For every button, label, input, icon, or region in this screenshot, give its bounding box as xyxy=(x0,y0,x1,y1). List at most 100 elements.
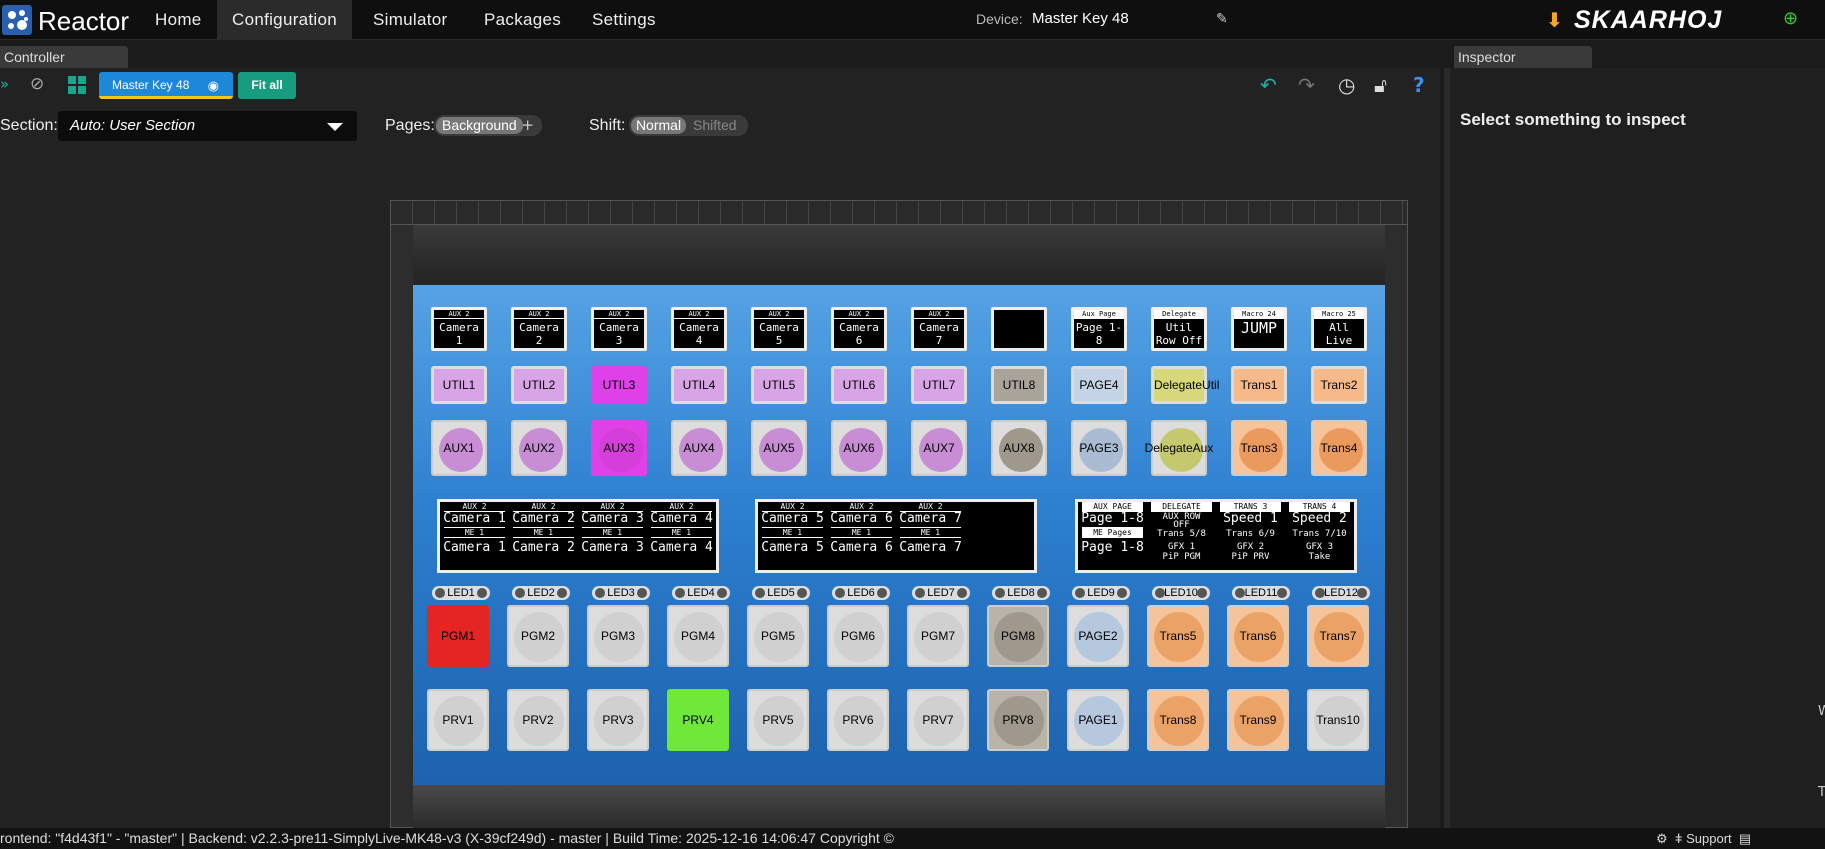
util-button[interactable]: UTIL1 xyxy=(431,366,487,404)
page-background[interactable]: Background xyxy=(436,117,523,134)
button-label: PGM6 xyxy=(840,629,875,643)
oled-display[interactable]: Aux Page Page 1-8 xyxy=(1071,307,1127,351)
reactor-logo-icon[interactable] xyxy=(0,3,34,37)
oled-display[interactable]: Macro 25 All Live xyxy=(1311,307,1367,351)
pgm-button[interactable]: PGM8 xyxy=(987,605,1049,667)
oled-display[interactable]: AUX 2 Camera 2 xyxy=(511,307,567,351)
grid-icon[interactable] xyxy=(68,76,86,94)
prv-button[interactable]: PRV5 xyxy=(747,689,809,751)
oled-display[interactable]: AUX 2 Camera 3 xyxy=(591,307,647,351)
app-name[interactable]: Reactor xyxy=(38,6,129,37)
pgm-button[interactable]: PGM6 xyxy=(827,605,889,667)
aux-button[interactable]: AUX2 xyxy=(511,420,567,476)
history-icon[interactable]: ◷ xyxy=(1338,73,1355,97)
help-icon[interactable]: ? xyxy=(1413,73,1425,97)
oled-display[interactable]: AUX 2 Camera 6 xyxy=(831,307,887,351)
pencil-icon[interactable]: ✎ xyxy=(1216,11,1228,27)
nav-settings[interactable]: Settings xyxy=(577,0,671,40)
util-button[interactable]: UTIL7 xyxy=(911,366,967,404)
prv-button[interactable]: Trans9 xyxy=(1227,689,1289,751)
wide-display[interactable]: AUX PAGE Page 1-8 ME Pages Page 1-8 DELEGATE… xyxy=(1075,499,1357,573)
display-line2: Camera 5 xyxy=(761,540,824,555)
unlock-icon[interactable]: 🔓︎ xyxy=(1374,73,1387,97)
prv-button[interactable]: PRV2 xyxy=(507,689,569,751)
pgm-button[interactable]: PAGE2 xyxy=(1067,605,1129,667)
aux-button[interactable]: PAGE3 xyxy=(1071,420,1127,476)
oled-display[interactable]: Macro 24 JUMP xyxy=(1231,307,1287,351)
aux-button[interactable]: Trans3 xyxy=(1231,420,1287,476)
pgm-button[interactable]: PGM2 xyxy=(507,605,569,667)
oled-display[interactable]: Delegate Util Row Off xyxy=(1151,307,1207,351)
oled-display[interactable]: AUX 2 Camera 1 xyxy=(431,307,487,351)
oled-display[interactable]: AUX 2 Camera 4 xyxy=(671,307,727,351)
button-label: PGM2 xyxy=(520,629,555,643)
prv-button[interactable]: PRV6 xyxy=(827,689,889,751)
pgm-button[interactable]: PGM1 xyxy=(427,605,489,667)
aux-button[interactable]: AUX4 xyxy=(671,420,727,476)
oled-display[interactable]: AUX 2 Camera 7 xyxy=(911,307,967,351)
aux-button[interactable]: AUX1 xyxy=(431,420,487,476)
aux-button[interactable]: DelegateAux xyxy=(1145,420,1213,476)
wide-display[interactable]: AUX 2 Camera 1 ME 1 Camera 1 AUX 2 Camera 2 ME… xyxy=(437,499,719,573)
download-icon[interactable]: ⬇ xyxy=(1546,8,1563,32)
pgm-button[interactable]: Trans6 xyxy=(1227,605,1289,667)
prv-button[interactable]: PRV1 xyxy=(427,689,489,751)
expand-chevron-icon[interactable]: » xyxy=(0,75,9,93)
util-button[interactable]: UTIL3 xyxy=(591,366,647,404)
display-line1: Speed 2 xyxy=(1292,511,1347,526)
prv-button[interactable]: PRV7 xyxy=(907,689,969,751)
globe-icon[interactable]: ⊕ xyxy=(1783,8,1798,29)
prv-button[interactable]: PRV3 xyxy=(587,689,649,751)
util-button[interactable]: PAGE4 xyxy=(1071,366,1127,404)
pgm-button[interactable]: Trans7 xyxy=(1307,605,1369,667)
oled-text: Camera 4 xyxy=(679,321,719,347)
aux-button[interactable]: AUX6 xyxy=(831,420,887,476)
device-name[interactable]: Master Key 48 xyxy=(1032,10,1129,27)
util-button[interactable]: DelegateUtil xyxy=(1151,366,1219,404)
util-button[interactable]: Trans2 xyxy=(1311,366,1367,404)
nav-home[interactable]: Home xyxy=(140,0,217,40)
controller-panel-tab[interactable]: Controller xyxy=(0,46,128,68)
undo-icon[interactable]: ↶ xyxy=(1260,73,1277,97)
hide-icon[interactable]: ⊘ xyxy=(30,74,44,94)
pgm-button[interactable]: PGM5 xyxy=(747,605,809,667)
util-button[interactable]: UTIL4 xyxy=(671,366,727,404)
prv-button[interactable]: Trans8 xyxy=(1147,689,1209,751)
util-button[interactable]: UTIL5 xyxy=(751,366,807,404)
shift-shifted[interactable]: Shifted xyxy=(693,117,737,134)
util-button[interactable]: UTIL2 xyxy=(511,366,567,404)
prv-button[interactable]: PAGE1 xyxy=(1067,689,1129,751)
prv-button[interactable]: PRV4 xyxy=(667,689,729,751)
shift-normal[interactable]: Normal xyxy=(631,117,686,134)
util-button[interactable]: Trans1 xyxy=(1231,366,1287,404)
prv-button[interactable]: PRV8 xyxy=(987,689,1049,751)
aux-button[interactable]: AUX3 xyxy=(591,420,647,476)
prv-button[interactable]: Trans10 xyxy=(1307,689,1369,751)
nav-packages[interactable]: Packages xyxy=(469,0,576,40)
pgm-button[interactable]: PGM4 xyxy=(667,605,729,667)
fit-all-button[interactable]: Fit all xyxy=(238,72,296,99)
redo-icon[interactable]: ↷ xyxy=(1298,73,1315,97)
wide-display[interactable]: AUX 2 Camera 5 ME 1 Camera 5 AUX 2 Camera 6 ME… xyxy=(755,499,1037,573)
aux-button[interactable]: AUX7 xyxy=(911,420,967,476)
support-link[interactable]: Support xyxy=(1686,831,1732,846)
shift-label: Shift: xyxy=(589,117,626,134)
pgm-button[interactable]: PGM7 xyxy=(907,605,969,667)
aux-button[interactable]: AUX5 xyxy=(751,420,807,476)
aux-button[interactable]: Trans4 xyxy=(1311,420,1367,476)
oled-display[interactable]: AUX 2 Camera 5 xyxy=(751,307,807,351)
add-page-button[interactable]: + xyxy=(521,116,534,134)
nav-configuration[interactable]: Configuration xyxy=(217,0,353,40)
nav-simulator[interactable]: Simulator xyxy=(358,0,463,40)
pgm-button[interactable]: PGM3 xyxy=(587,605,649,667)
gear-icon[interactable]: ⚙ xyxy=(1656,831,1668,846)
pgm-button[interactable]: Trans5 xyxy=(1147,605,1209,667)
inspector-panel-tab[interactable]: Inspector xyxy=(1454,46,1592,68)
oled-display[interactable] xyxy=(991,307,1047,351)
util-button[interactable]: UTIL8 xyxy=(991,366,1047,404)
section-select[interactable]: Auto: User Section xyxy=(58,111,357,141)
aux-button[interactable]: AUX8 xyxy=(991,420,1047,476)
device-view-button[interactable]: Master Key 48 ◉ xyxy=(99,72,233,99)
chat-icon[interactable]: ▤ xyxy=(1739,831,1751,846)
util-button[interactable]: UTIL6 xyxy=(831,366,887,404)
